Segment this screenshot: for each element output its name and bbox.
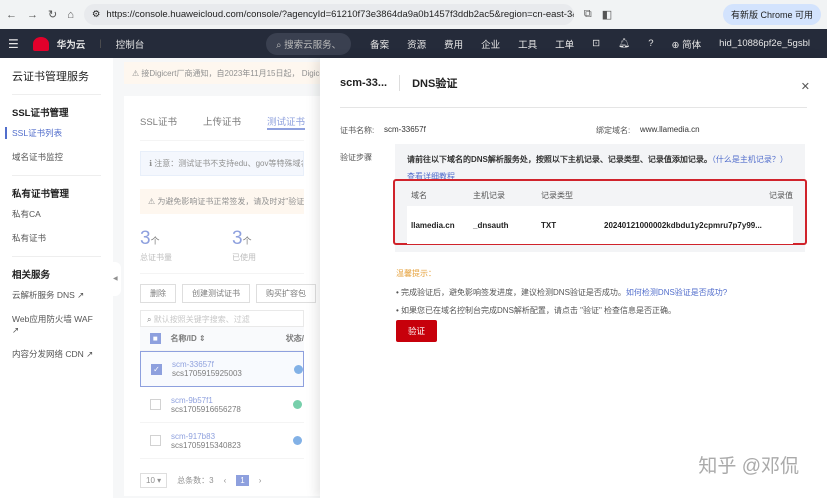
help-icon[interactable]: ? <box>648 38 653 49</box>
domain-value: www.llamedia.cn <box>640 125 700 134</box>
forward-icon[interactable]: → <box>27 9 38 21</box>
group-related: 相关服务 <box>12 270 51 281</box>
nav-enterprise[interactable]: 企业 <box>481 37 500 51</box>
extension-icon[interactable]: ⧉ <box>584 8 592 21</box>
cloudshell-icon[interactable]: ⊡ <box>592 38 600 49</box>
dns-record-row: llamedia.cn _dnsauth TXT 20240121000002kdbd… <box>407 206 793 244</box>
bell-icon[interactable]: 🔔︎ <box>618 38 630 49</box>
steps-label: 验证步骤 <box>340 153 372 162</box>
drawer-cert-name: scm-33... <box>340 76 388 89</box>
console-link[interactable]: 控制台 <box>116 37 145 51</box>
record-host: _dnsauth <box>473 220 509 230</box>
record-type: TXT <box>541 220 557 230</box>
sidebar-item-private-ca[interactable]: 私有CA <box>12 208 101 220</box>
chrome-update-button[interactable]: 有新版 Chrome 可用 <box>722 4 821 25</box>
close-icon[interactable]: ✕ <box>801 80 810 93</box>
site-info-icon[interactable]: ⚙ <box>92 9 101 20</box>
huawei-logo[interactable] <box>32 36 49 51</box>
host-record-help-link[interactable]: （什么是主机记录？） <box>712 155 788 164</box>
global-search[interactable]: ⌕ 搜索云服务、 <box>266 32 352 55</box>
tip-1: 完成验证后，避免影响签发进度，建议检测DNS验证是否成功。 <box>401 288 626 297</box>
lang-label: 简体 <box>682 39 702 51</box>
nav-tickets[interactable]: 工单 <box>555 37 574 51</box>
sidebar-item-cdn[interactable]: 内容分发网络 CDN ↗ <box>12 348 101 360</box>
group-ssl: SSL证书管理 <box>12 108 69 119</box>
browser-toolbar: ← → ↻ ⌂ ⚙ https://console.huaweicloud.com… <box>0 0 827 29</box>
sidebar-title: 云证书管理服务 <box>12 68 101 95</box>
top-nav: ☰ 华为云 | 控制台 ⌕ 搜索云服务、 备案 资源 费用 企业 工具 工单 ⊡… <box>0 29 827 58</box>
tip-2: 如果您已在域名控制台完成DNS解析配置，请点击 "验证" 检查信息是否正确。 <box>401 306 677 315</box>
drawer-overlay[interactable] <box>113 58 320 498</box>
back-icon[interactable]: ← <box>6 9 17 21</box>
brand[interactable]: 华为云 <box>57 37 86 51</box>
watermark: 知乎 @邓侃 <box>698 456 799 477</box>
verify-button[interactable]: 验证 <box>396 320 438 342</box>
nav-resources[interactable]: 资源 <box>407 37 426 51</box>
col-type: 记录类型 <box>541 190 573 200</box>
group-private: 私有证书管理 <box>12 189 70 200</box>
cert-name-value: scm-33657f <box>384 125 426 134</box>
search-placeholder: 搜索云服务、 <box>284 39 342 51</box>
sidebar-item-waf[interactable]: Web应用防火墙 WAF ↗ <box>12 313 101 336</box>
col-value: 记录值 <box>769 190 793 200</box>
record-value: 20240121000002kdbdu1y2cpmru7p7y99... <box>604 220 762 230</box>
verify-steps-box: 请前往以下域名的DNS解析服务处，按照以下主机记录、记录类型、记录值添加记录。（… <box>393 144 807 252</box>
sidebar-item-ssl-list[interactable]: SSL证书列表 <box>5 127 101 139</box>
col-host: 主机记录 <box>473 190 505 200</box>
language-switch[interactable]: ⊕ 简体 <box>672 37 702 51</box>
nav-billing[interactable]: 费用 <box>444 37 463 51</box>
dns-verify-drawer: scm-33... DNS验证 ✕ 证书名称: scm-33657f 绑定域名: ww… <box>320 58 827 498</box>
sidebar-item-dns[interactable]: 云解析服务 DNS ↗ <box>12 289 101 301</box>
address-bar[interactable]: ⚙ https://console.huaweicloud.com/console… <box>83 4 574 25</box>
cert-name-label: 证书名称: <box>340 126 375 135</box>
nav-tools[interactable]: 工具 <box>518 37 537 51</box>
check-dns-link[interactable]: 如何检测DNS验证是否成功? <box>626 288 727 297</box>
tips-title: 温馨提示： <box>396 269 436 278</box>
user-menu[interactable]: hid_10886pf2e_5gsbl <box>719 38 810 49</box>
sidebar-item-private-cert[interactable]: 私有证书 <box>12 232 101 244</box>
sidebar-item-monitor[interactable]: 域名证书监控 <box>12 151 101 163</box>
record-domain: llamedia.cn <box>411 220 455 230</box>
col-domain: 域名 <box>411 190 427 200</box>
drawer-title: DNS验证 <box>412 77 458 90</box>
reload-icon[interactable]: ↻ <box>48 8 57 21</box>
url-text: https://console.huaweicloud.com/console/… <box>106 9 574 20</box>
home-icon[interactable]: ⌂ <box>67 9 74 21</box>
dns-record-table: 域名 主机记录 记录类型 记录值 llamedia.cn _dnsauth TXT 2024… <box>393 179 807 245</box>
menu-icon[interactable]: ☰ <box>8 37 19 51</box>
tips: 温馨提示： 完成验证后，避免影响签发进度，建议检测DNS验证是否成功。如何检测D… <box>396 268 727 323</box>
instruction-text: 请前往以下域名的DNS解析服务处，按照以下主机记录、记录类型、记录值添加记录。 <box>407 155 712 164</box>
domain-label: 绑定域名: <box>596 126 631 135</box>
sidebar: 云证书管理服务 SSL证书管理 SSL证书列表 域名证书监控 私有证书管理 私有… <box>0 58 113 498</box>
sidepanel-icon[interactable]: ◧ <box>602 8 612 21</box>
nav-beian[interactable]: 备案 <box>370 37 389 51</box>
